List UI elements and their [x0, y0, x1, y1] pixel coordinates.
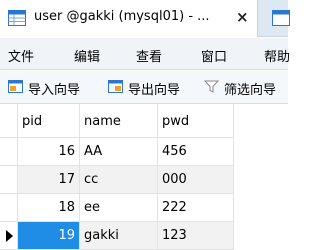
tab-bar: user @gakki (mysql01) - ... × — [0, 0, 290, 37]
column-header-name[interactable]: name — [80, 104, 158, 138]
import-wizard-button[interactable]: 导入向导 — [8, 71, 92, 104]
import-wizard-label: 导入向导 — [28, 83, 81, 98]
column-header-pid[interactable]: pid — [18, 104, 80, 138]
menu-bar: 文件 编辑 查看 窗口 帮助 — [0, 38, 290, 70]
table-icon[interactable] — [272, 10, 290, 26]
cell-value: 456 — [162, 144, 187, 159]
cell-value: 000 — [162, 172, 187, 187]
cell-value: 123 — [162, 228, 187, 243]
cell-pid[interactable]: 18 — [18, 194, 80, 222]
column-header-label: name — [84, 114, 121, 129]
cell-pid[interactable]: 19 — [18, 222, 80, 250]
cell-value: gakki — [84, 228, 119, 243]
cell-name[interactable]: gakki — [80, 222, 158, 250]
menu-help[interactable]: 帮助 — [264, 46, 290, 65]
column-header-label: pwd — [162, 114, 190, 129]
menu-window[interactable]: 窗口 — [201, 46, 227, 65]
row-gutter[interactable] — [0, 138, 18, 166]
filter-wizard-label: 筛选向导 — [224, 83, 277, 98]
cell-value: 222 — [162, 200, 187, 215]
cell-pwd[interactable]: 123 — [158, 222, 234, 250]
data-grid: pid name pwd 16 AA 456 17 cc 000 18 ee 2… — [0, 104, 288, 250]
menu-edit[interactable]: 编辑 — [74, 46, 100, 65]
export-wizard-button[interactable]: 导出向导 — [108, 71, 192, 104]
table-row[interactable]: 17 cc 000 — [0, 166, 234, 194]
cell-pwd[interactable]: 456 — [158, 138, 234, 166]
cell-value: cc — [84, 172, 99, 187]
cell-name[interactable]: ee — [80, 194, 158, 222]
row-gutter[interactable] — [0, 194, 18, 222]
filter-wizard-button[interactable]: 筛选向导 — [204, 71, 294, 104]
table-row[interactable]: 16 AA 456 — [0, 138, 234, 166]
toolbar: 导入向导 导出向导 筛选向导 — [0, 71, 288, 104]
current-row-arrow-icon — [6, 230, 13, 242]
row-gutter[interactable] — [0, 166, 18, 194]
table-row-selected[interactable]: 19 gakki 123 — [0, 222, 234, 250]
cell-pwd[interactable]: 222 — [158, 194, 234, 222]
menu-view[interactable]: 查看 — [136, 46, 162, 65]
cell-value: 18 — [58, 200, 75, 215]
cell-pid[interactable]: 17 — [18, 166, 80, 194]
cell-value: ee — [84, 200, 100, 215]
menu-file[interactable]: 文件 — [8, 46, 34, 65]
export-wizard-label: 导出向导 — [128, 83, 181, 98]
tab-title: user @gakki (mysql01) - ... — [34, 9, 210, 24]
import-icon — [8, 80, 23, 93]
tab-user-table[interactable]: user @gakki (mysql01) - ... × — [0, 0, 258, 37]
row-gutter[interactable] — [0, 222, 18, 250]
column-header-pwd[interactable]: pwd — [158, 104, 234, 138]
cell-name[interactable]: AA — [80, 138, 158, 166]
cell-value: AA — [84, 144, 103, 159]
cell-value: 16 — [58, 144, 75, 159]
filter-icon — [204, 80, 219, 93]
column-header-label: pid — [22, 114, 43, 129]
table-icon — [8, 10, 26, 26]
cell-value: 19 — [58, 228, 75, 243]
header-gutter — [0, 104, 18, 138]
close-icon[interactable]: × — [236, 8, 249, 26]
grid-header: pid name pwd — [0, 104, 288, 138]
cell-value: 17 — [58, 172, 75, 187]
cell-name[interactable]: cc — [80, 166, 158, 194]
table-row[interactable]: 18 ee 222 — [0, 194, 234, 222]
export-icon — [108, 80, 123, 93]
cell-pwd[interactable]: 000 — [158, 166, 234, 194]
cell-pid[interactable]: 16 — [18, 138, 80, 166]
